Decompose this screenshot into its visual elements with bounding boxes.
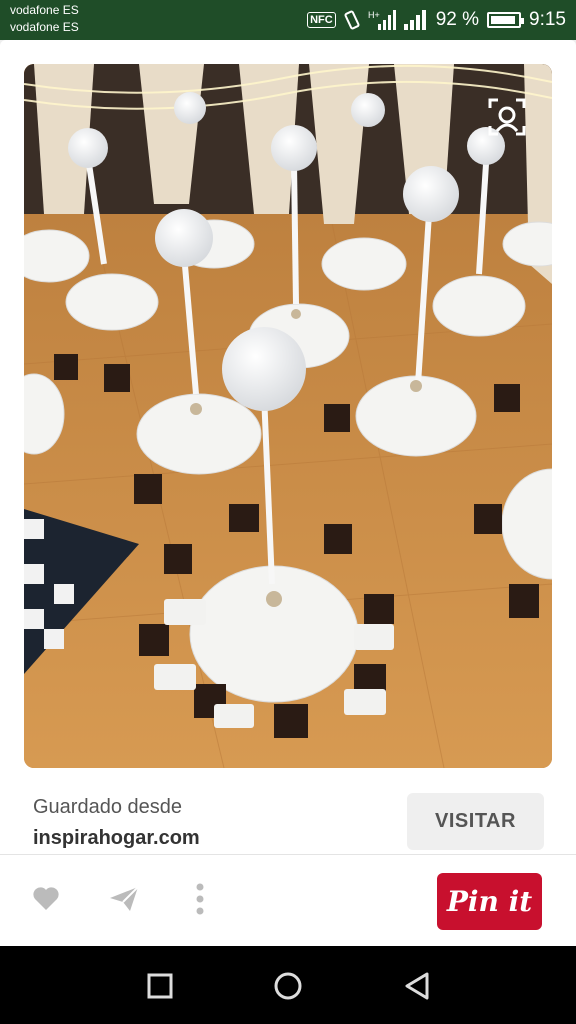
carrier-1: vodafone ES (10, 3, 79, 17)
signal-h-icon: H+ (368, 10, 396, 30)
pin-card: Guardado desde inspirahogar.com VISITAR … (0, 40, 576, 946)
divider (0, 854, 576, 855)
visual-search-button[interactable] (484, 94, 530, 140)
clock: 9:15 (529, 9, 566, 30)
battery-percent: 92 % (435, 9, 480, 30)
carrier-2: vodafone ES (10, 20, 79, 34)
visual-search-icon (488, 98, 526, 136)
status-icons: NFC H+ 92 % 9:15 (307, 9, 566, 31)
vibrate-icon (344, 10, 360, 30)
back-icon[interactable] (401, 970, 433, 1002)
source-domain-link[interactable]: inspirahogar.com (33, 827, 200, 850)
network-type-label: H+ (368, 10, 380, 20)
more-vertical-icon[interactable] (190, 882, 210, 916)
home-icon[interactable] (272, 970, 304, 1002)
nfc-icon: NFC (307, 12, 336, 28)
battery-icon (487, 12, 525, 28)
pin-it-button[interactable]: Pin it (437, 873, 542, 930)
saved-from-label: Guardado desde (33, 796, 183, 818)
send-icon[interactable] (108, 885, 140, 913)
visit-button[interactable]: VISITAR (407, 793, 544, 850)
pin-image[interactable] (24, 64, 552, 768)
navigation-bar (0, 946, 576, 1024)
wedding-hall-photo (24, 64, 552, 768)
battery-level (491, 16, 515, 24)
recent-apps-icon[interactable] (144, 970, 176, 1002)
status-bar: vodafone ES vodafone ES NFC H+ 92 % 9:15 (0, 0, 576, 40)
signal-bars-icon (403, 10, 426, 30)
heart-icon[interactable] (32, 885, 60, 911)
